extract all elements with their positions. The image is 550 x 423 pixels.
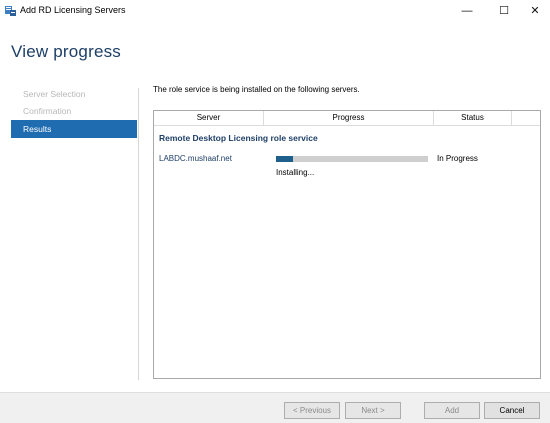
nav-item-server-selection: Server Selection <box>23 89 86 99</box>
column-header-server[interactable]: Server <box>154 111 264 125</box>
maximize-button[interactable]: ☐ <box>487 0 521 22</box>
window-title: Add RD Licensing Servers <box>20 5 126 15</box>
group-title: Remote Desktop Licensing role service <box>159 133 318 143</box>
page-title: View progress <box>11 42 122 61</box>
previous-button[interactable]: < Previous <box>284 402 340 419</box>
next-button[interactable]: Next > <box>345 402 401 419</box>
progress-bar-fill <box>276 156 293 162</box>
server-manager-icon <box>5 6 16 16</box>
progress-table: Server Progress Status Remote Desktop Li… <box>153 110 541 379</box>
nav-item-confirmation: Confirmation <box>23 106 72 116</box>
intro-text: The role service is being installed on t… <box>153 85 360 94</box>
nav-item-results[interactable]: Results <box>11 120 137 138</box>
add-button[interactable]: Add <box>424 402 480 419</box>
status-text: In Progress <box>437 154 478 163</box>
progress-detail: Installing... <box>276 168 315 177</box>
cancel-button[interactable]: Cancel <box>484 402 540 419</box>
title-bar: Add RD Licensing Servers — ☐ ✕ <box>0 0 550 22</box>
minimize-button[interactable]: — <box>450 0 484 22</box>
table-header: Server Progress Status <box>154 111 540 126</box>
nav-divider <box>138 88 139 380</box>
progress-bar <box>276 156 428 162</box>
server-name: LABDC.mushaaf.net <box>159 154 232 163</box>
close-button[interactable]: ✕ <box>518 0 550 22</box>
column-header-status[interactable]: Status <box>434 111 512 125</box>
column-header-progress[interactable]: Progress <box>264 111 434 125</box>
